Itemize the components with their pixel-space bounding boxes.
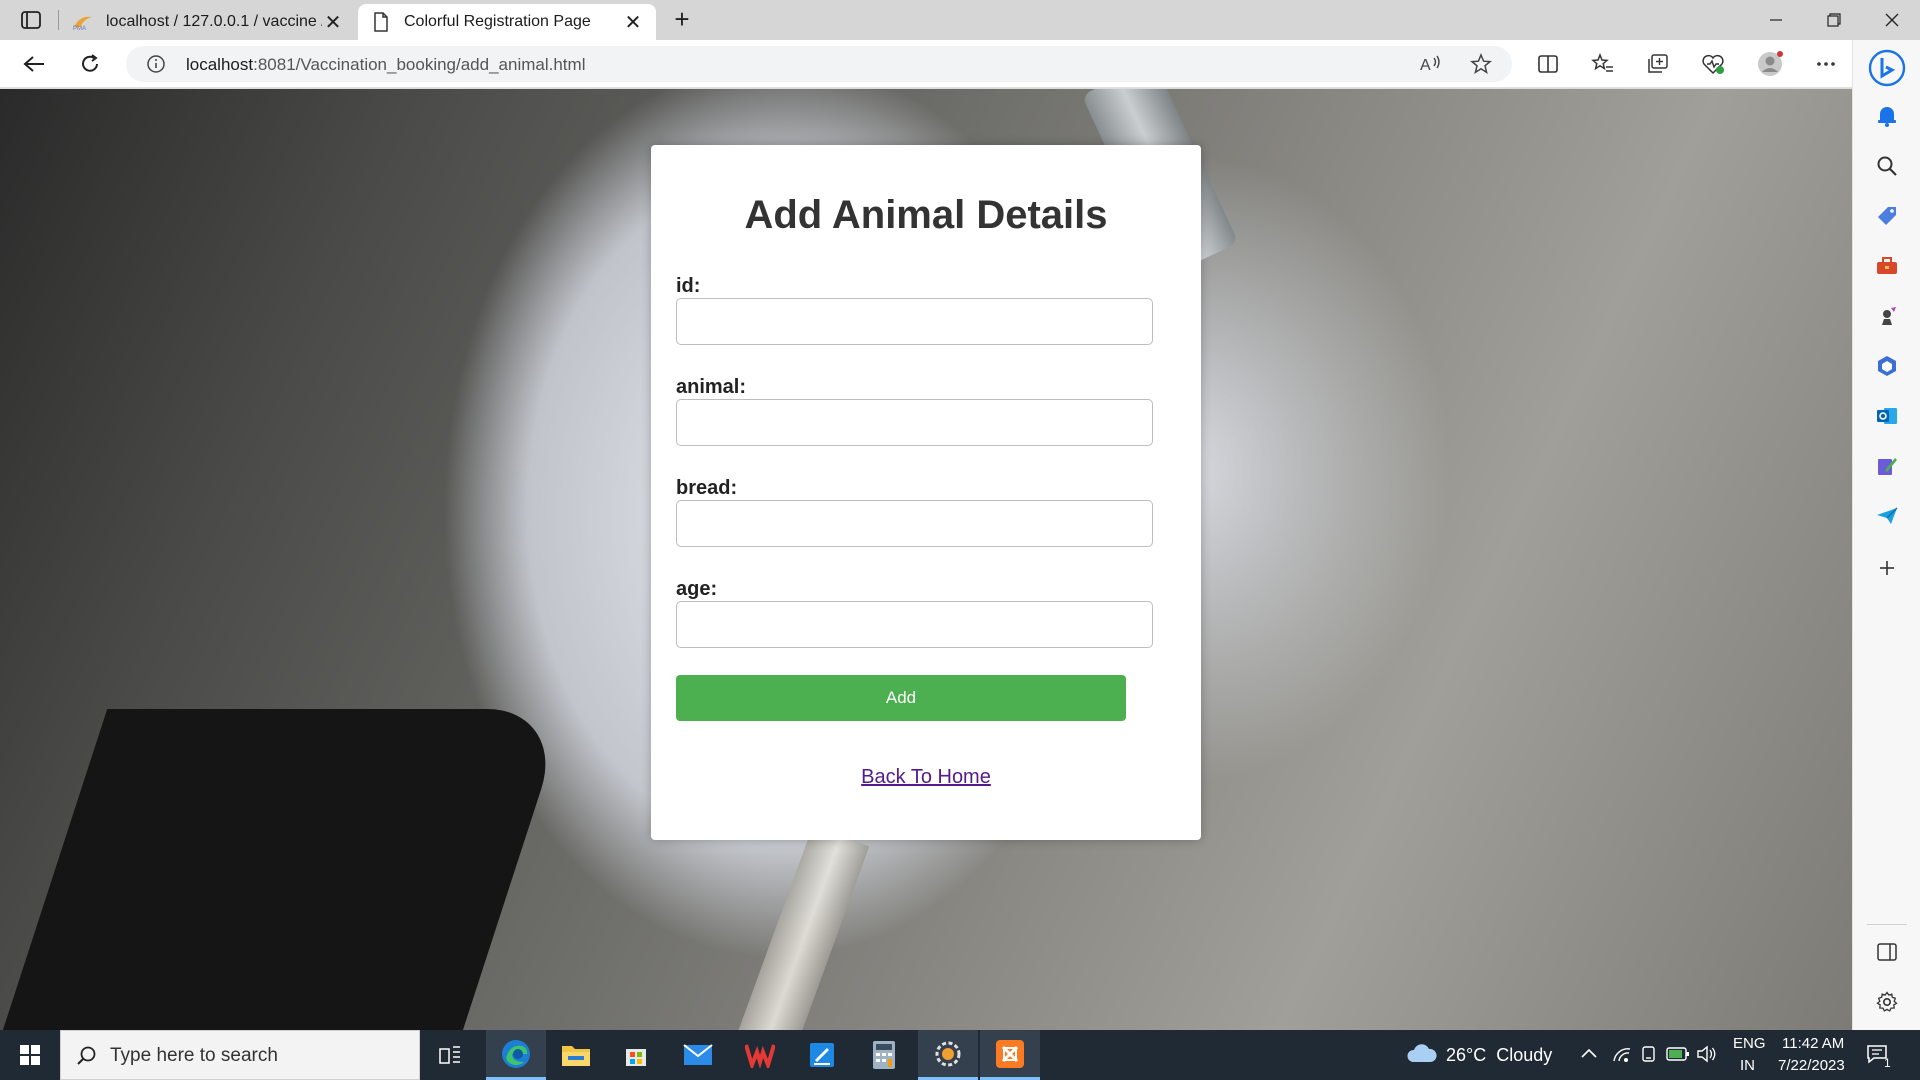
back-to-home-link[interactable]: Back To Home [861, 766, 991, 788]
page-icon [370, 12, 392, 32]
collections-icon[interactable] [1644, 50, 1672, 78]
tab-title: localhost / 127.0.0.1 / vaccine / h [106, 13, 322, 30]
browser-essentials-icon[interactable] [1699, 50, 1727, 78]
tab-separator [58, 10, 59, 30]
settings-app-icon[interactable] [918, 1030, 978, 1080]
tab-strip: PMA localhost / 127.0.0.1 / vaccine / h … [0, 0, 1920, 40]
page-viewport: Add Animal Details id: animal: bread: ag… [0, 89, 1852, 1030]
tab-registration-page[interactable]: Colorful Registration Page ✕ [358, 4, 656, 40]
taskbar-search-box[interactable]: Type here to search [60, 1030, 420, 1080]
close-tab-icon[interactable]: ✕ [322, 10, 344, 35]
svg-text:PMA: PMA [73, 26, 86, 31]
more-options-icon[interactable] [1812, 50, 1840, 78]
show-hidden-icons-icon[interactable] [1580, 1046, 1598, 1065]
microsoft-365-icon[interactable] [1873, 352, 1901, 380]
close-window-icon[interactable] [1864, 0, 1920, 40]
calculator-icon[interactable] [856, 1030, 912, 1080]
weather-cloud-icon[interactable] [1406, 1042, 1438, 1069]
read-aloud-icon[interactable]: A [1420, 54, 1442, 79]
file-explorer-icon[interactable] [548, 1030, 604, 1080]
editor-app-icon[interactable] [794, 1030, 850, 1080]
browser-toolbar: localhost:8081/Vaccination_booking/add_a… [0, 40, 1920, 88]
phpmyadmin-icon: PMA [72, 12, 94, 32]
background-photo-sleeve [0, 709, 568, 1030]
animal-input[interactable] [676, 399, 1153, 446]
profile-avatar-icon[interactable] [1756, 50, 1784, 78]
add-button[interactable]: Add [676, 675, 1126, 721]
xampp-icon[interactable] [980, 1030, 1040, 1080]
tools-briefcase-icon[interactable] [1873, 252, 1901, 280]
minimize-icon[interactable] [1748, 0, 1804, 40]
edge-sidebar [1852, 40, 1920, 1030]
add-sidebar-app-icon[interactable] [1873, 554, 1901, 582]
tab-phpmyadmin[interactable]: PMA localhost / 127.0.0.1 / vaccine / h … [60, 4, 356, 40]
back-icon[interactable] [20, 50, 48, 78]
bing-copilot-icon[interactable] [1867, 48, 1907, 88]
search-magnifier-icon [76, 1045, 98, 1072]
volume-icon[interactable] [1696, 1045, 1718, 1068]
background-photo-syringe [730, 825, 870, 1030]
clock-date[interactable]: 7/22/2023 [1778, 1057, 1845, 1074]
id-input[interactable] [676, 298, 1153, 345]
tab-actions-icon[interactable] [20, 9, 42, 31]
sidebar-divider [1867, 924, 1907, 925]
restore-icon[interactable] [1806, 0, 1862, 40]
task-view-icon[interactable] [422, 1030, 478, 1080]
weather-text[interactable]: 26°C Cloudy [1446, 1045, 1552, 1066]
close-tab-icon[interactable]: ✕ [622, 10, 644, 35]
games-chess-icon[interactable] [1873, 302, 1901, 330]
age-label: age: [676, 578, 718, 600]
notification-count: 1 [1884, 1056, 1891, 1070]
hide-sidebar-icon[interactable] [1873, 938, 1901, 966]
bread-label: bread: [676, 477, 738, 499]
address-bar[interactable]: localhost:8081/Vaccination_booking/add_a… [126, 46, 1512, 82]
battery-icon[interactable] [1666, 1046, 1690, 1067]
tab-title: Colorful Registration Page [404, 13, 591, 30]
clock-time[interactable]: 11:42 AM [1782, 1035, 1844, 1052]
send-plane-icon[interactable] [1873, 502, 1901, 530]
new-tab-button[interactable]: + [668, 6, 696, 34]
favorites-icon[interactable] [1589, 50, 1617, 78]
settings-gear-icon[interactable] [1873, 988, 1901, 1016]
language-top[interactable]: ENG [1733, 1035, 1766, 1052]
split-screen-icon[interactable] [1534, 50, 1562, 78]
windows-start-icon[interactable] [2, 1030, 58, 1080]
notifications-icon[interactable] [1873, 102, 1901, 130]
search-placeholder: Type here to search [110, 1045, 278, 1066]
windows-taskbar: Type here to search 26°C Cloudy ENG IN 1… [0, 1030, 1920, 1080]
search-icon[interactable] [1873, 152, 1901, 180]
refresh-icon[interactable] [76, 50, 104, 78]
language-bottom[interactable]: IN [1740, 1057, 1755, 1074]
edge-app-icon[interactable] [486, 1030, 546, 1080]
id-label: id: [676, 275, 701, 297]
add-animal-form-card: Add Animal Details id: animal: bread: ag… [651, 145, 1201, 840]
svg-text:A: A [1420, 57, 1431, 74]
age-input[interactable] [676, 601, 1153, 648]
network-icon[interactable] [1612, 1046, 1632, 1067]
site-info-icon[interactable] [146, 54, 166, 79]
shopping-tag-icon[interactable] [1873, 202, 1901, 230]
mail-icon[interactable] [670, 1030, 726, 1080]
microsoft-store-icon[interactable] [608, 1030, 664, 1080]
bread-input[interactable] [676, 500, 1153, 547]
back-to-home-container: Back To Home [651, 766, 1201, 789]
wps-office-icon[interactable] [732, 1030, 788, 1080]
form-title: Add Animal Details [744, 193, 1108, 237]
url-text: localhost:8081/Vaccination_booking/add_a… [186, 55, 586, 74]
favorite-star-icon[interactable] [1470, 53, 1492, 80]
outlook-icon[interactable] [1873, 402, 1901, 430]
animal-label: animal: [676, 376, 747, 398]
drop-notes-icon[interactable] [1873, 452, 1901, 480]
device-icon[interactable] [1640, 1045, 1658, 1068]
